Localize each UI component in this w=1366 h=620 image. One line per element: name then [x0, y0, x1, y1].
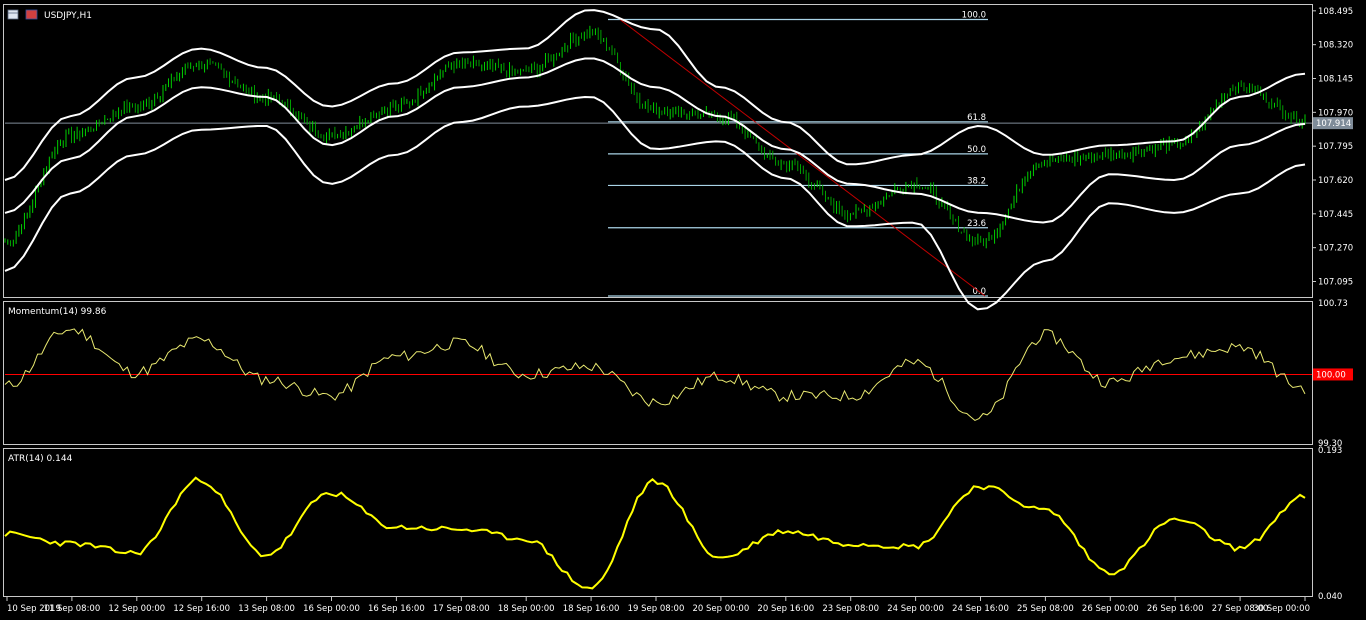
price-plot: 100.061.850.038.223.60.0: [4, 9, 1312, 311]
x-tick-label: 12 Sep 00:00: [108, 604, 165, 614]
momentum-panel-frame: [3, 301, 1313, 445]
fib-level-label: 50.0: [967, 145, 986, 155]
chart-canvas: 100.061.850.038.223.60.0 108.495108.3201…: [3, 4, 1353, 614]
atr-label: ATR(14) 0.144: [8, 454, 73, 464]
x-tick-label: 26 Sep 00:00: [1082, 604, 1139, 614]
x-tick-label: 20 Sep 00:00: [693, 604, 750, 614]
price-tick-label: 107.970: [1318, 108, 1353, 118]
x-tick-label: 16 Sep 00:00: [303, 604, 360, 614]
band-lower: [4, 95, 1306, 311]
x-tick-label: 26 Sep 16:00: [1147, 604, 1204, 614]
price-tick-label: 107.270: [1318, 244, 1353, 254]
fib-level-label: 38.2: [967, 176, 986, 186]
price-tick-label: 107.095: [1318, 278, 1353, 288]
price-tick-label: 107.795: [1318, 142, 1353, 152]
x-tick-label: 18 Sep 00:00: [498, 604, 555, 614]
price-tick-label: 107.445: [1318, 210, 1353, 220]
x-tick-label: 12 Sep 16:00: [173, 604, 230, 614]
x-tick-label: 30 Sep 00:00: [1253, 604, 1310, 614]
momentum-plot: [4, 328, 1312, 421]
momentum-level-label: 100.00: [1316, 370, 1346, 380]
x-tick-label: 16 Sep 16:00: [368, 604, 425, 614]
momentum-tick-label: 100.73: [1318, 299, 1348, 309]
band-upper: [4, 9, 1306, 181]
momentum-label: Momentum(14) 99.86: [8, 307, 107, 317]
fib-trend-line: [619, 19, 986, 297]
x-tick-label: 11 Sep 08:00: [44, 604, 101, 614]
current-price-label: 107.914: [1316, 119, 1351, 129]
price-tick-label: 108.495: [1318, 7, 1353, 17]
x-tick-label: 25 Sep 08:00: [1017, 604, 1074, 614]
chart-window-icon[interactable]: [7, 9, 19, 20]
symbol-label: USDJPY,H1: [44, 11, 92, 21]
x-tick-label: 17 Sep 08:00: [433, 604, 490, 614]
fib-level-label: 100.0: [962, 11, 986, 21]
flag-icon: [25, 9, 38, 20]
x-tick-label: 19 Sep 08:00: [628, 604, 685, 614]
price-tick-label: 107.620: [1318, 176, 1353, 186]
window-title-group: USDJPY,H1: [7, 9, 92, 21]
x-tick-label: 20 Sep 16:00: [757, 604, 814, 614]
x-tick-label: 13 Sep 08:00: [238, 604, 295, 614]
fib-level-label: 23.6: [967, 219, 986, 229]
x-tick-label: 23 Sep 08:00: [822, 604, 879, 614]
atr-tick-label: 0.193: [1318, 446, 1342, 456]
band-middle: [4, 57, 1306, 224]
atr-series: [4, 476, 1306, 590]
atr-panel-frame: [3, 448, 1313, 597]
atr-plot: [4, 476, 1306, 590]
price-tick-label: 108.145: [1318, 75, 1353, 85]
axes: 108.495 108.320 108.145 107.970 107.795 107.6…: [6, 7, 1353, 614]
x-tick-label: 24 Sep 16:00: [952, 604, 1009, 614]
price-tick-label: 108.320: [1318, 41, 1353, 51]
fib-level-label: 61.8: [967, 113, 986, 123]
x-tick-label: 18 Sep 16:00: [563, 604, 620, 614]
atr-tick-label: 0.040: [1318, 592, 1342, 602]
x-tick-label: 24 Sep 00:00: [887, 604, 944, 614]
